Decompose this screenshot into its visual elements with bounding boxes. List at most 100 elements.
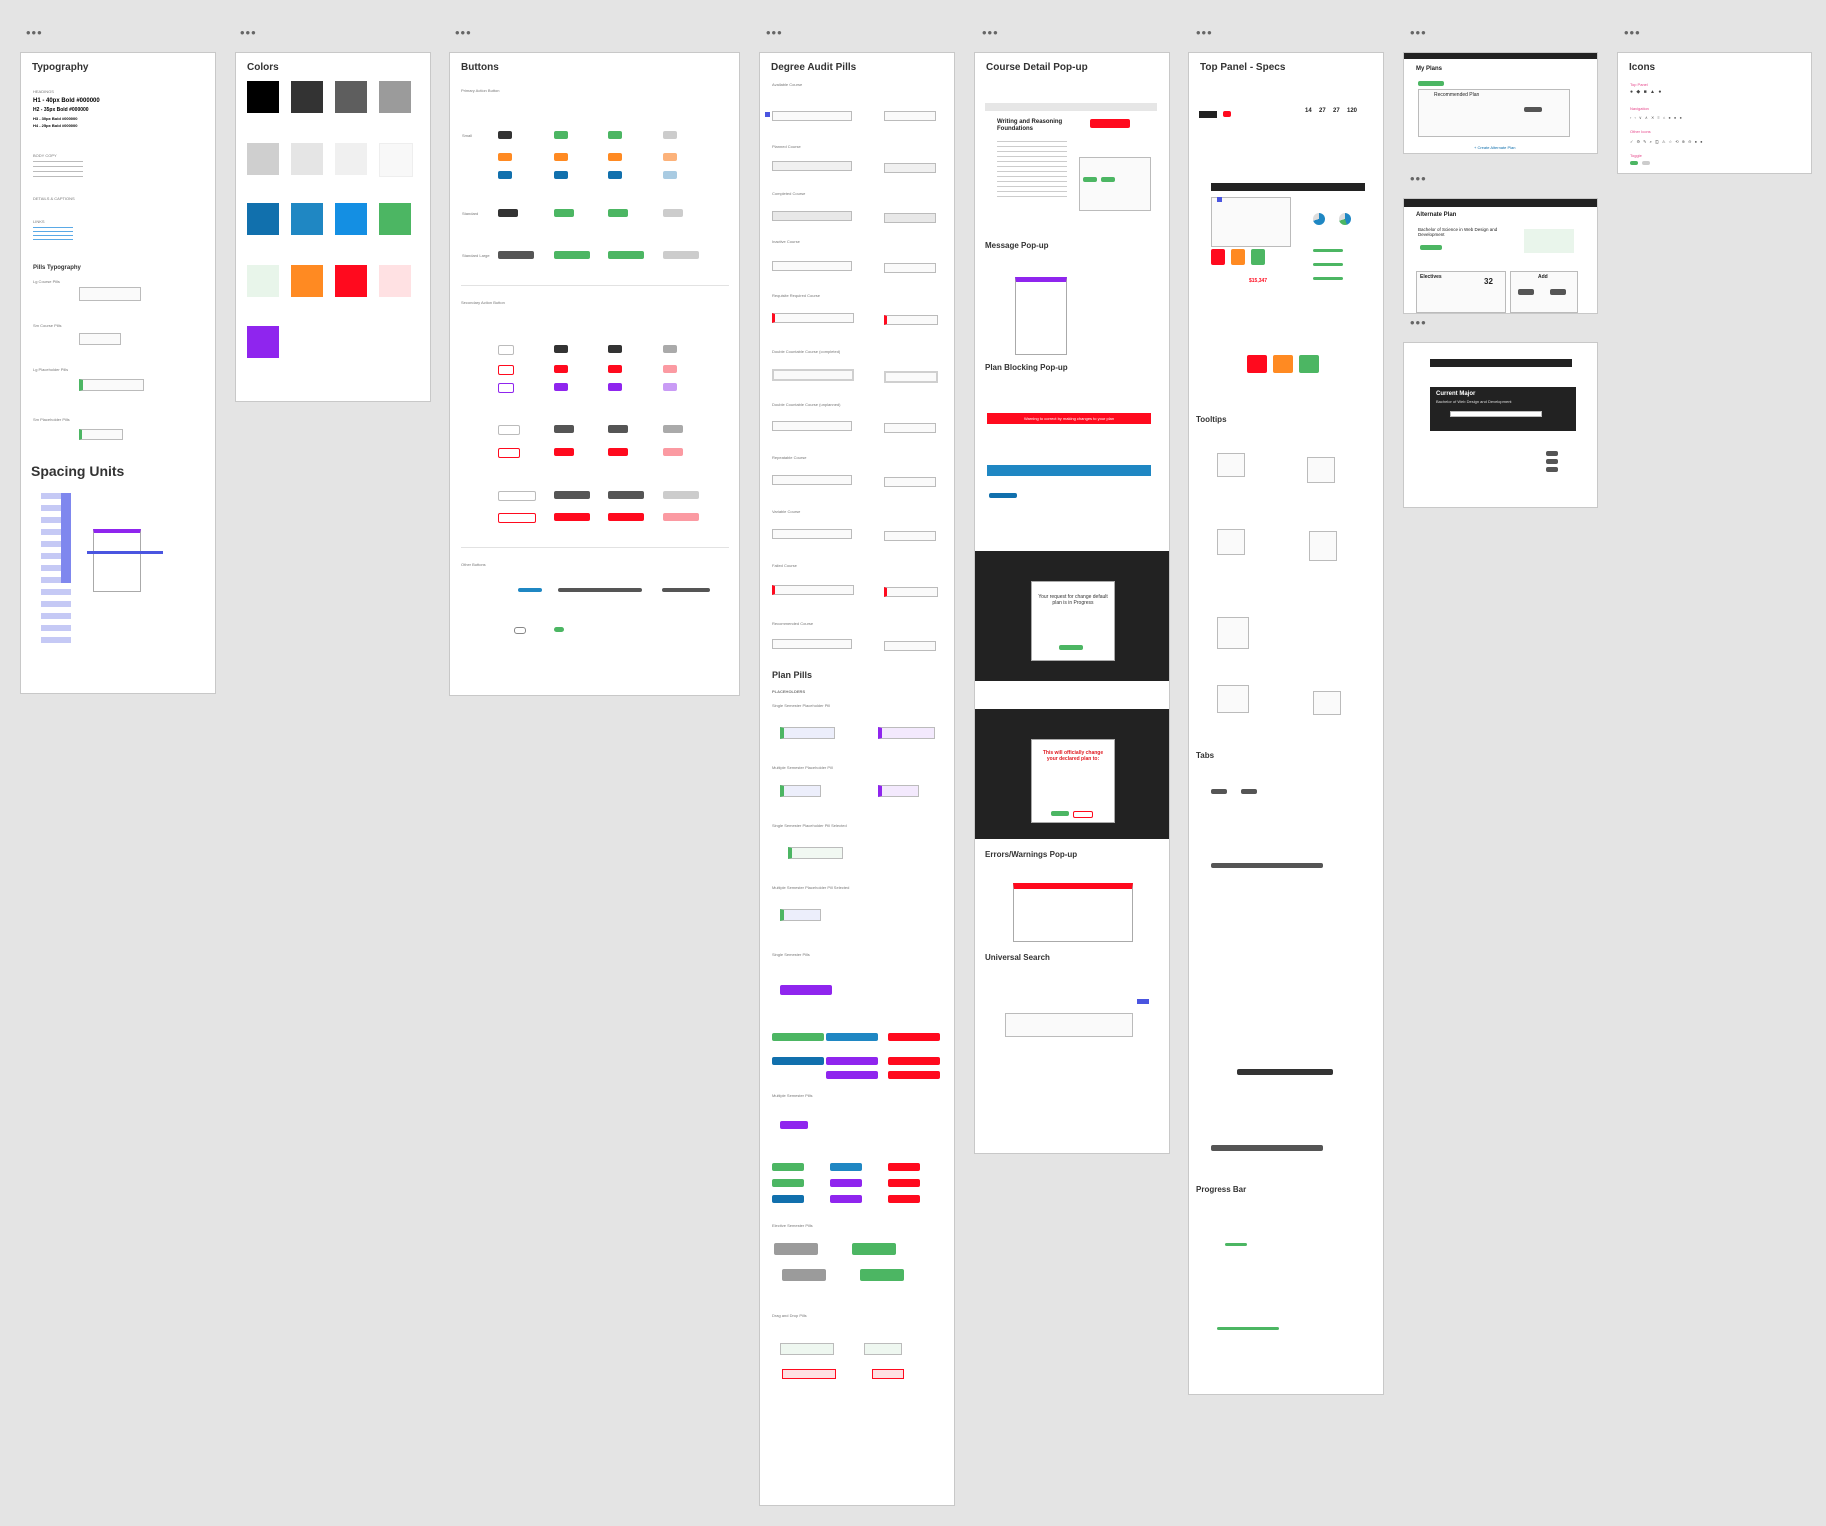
pill-single-red-2[interactable] <box>888 1057 940 1065</box>
progress-slider-dark-2[interactable] <box>662 588 710 592</box>
btn-small-blue-2[interactable] <box>554 171 568 179</box>
toggle-on[interactable] <box>554 627 564 632</box>
my-plans-screen[interactable]: My Plans Recommended Plan + Create Alter… <box>1403 52 1598 154</box>
btn-sec-small-purple[interactable] <box>554 383 568 391</box>
pill-multi-green-2[interactable] <box>772 1179 804 1187</box>
pill-single-blue-dark[interactable] <box>772 1057 824 1065</box>
pill-single-semester-selected[interactable] <box>780 985 832 995</box>
pill-multi-semester-selected[interactable] <box>780 1121 808 1129</box>
board-handle-top-panel[interactable]: ••• <box>1196 26 1213 39</box>
btn-sec-standard-disabled[interactable] <box>663 425 683 433</box>
pill-double-completed-sm[interactable] <box>884 371 938 383</box>
pill-available[interactable] <box>772 111 852 121</box>
btn-small-orange[interactable] <box>498 153 512 161</box>
pill-planned-sm[interactable] <box>884 163 936 173</box>
board-handle-colors[interactable]: ••• <box>240 26 257 39</box>
board-handle-degree-audit[interactable]: ••• <box>766 26 783 39</box>
btn-small-blue-disabled[interactable] <box>663 171 677 179</box>
pill-repeatable-sm[interactable] <box>884 477 936 487</box>
pill-multi-red-3[interactable] <box>888 1195 920 1203</box>
board-handle-alternate-screen[interactable]: ••• <box>1410 316 1427 329</box>
pill-double-unplanned[interactable] <box>772 421 852 431</box>
btn-sec-small-red-2[interactable] <box>608 365 622 373</box>
pill-double-completed[interactable] <box>772 369 854 381</box>
btn-sec-small-purple-disabled[interactable] <box>663 383 677 391</box>
pill-multi-red-2[interactable] <box>888 1179 920 1187</box>
current-major-btn-1[interactable] <box>1546 451 1558 456</box>
pill-recommended[interactable] <box>772 639 852 649</box>
degree-audit-board[interactable]: Degree Audit Pills Available Course Plan… <box>759 52 955 1506</box>
btn-sec-large-disabled[interactable] <box>663 491 699 499</box>
pill-single-purple[interactable] <box>826 1057 878 1065</box>
btn-sec-large-red-outline[interactable] <box>498 513 536 523</box>
alternate-green-button[interactable] <box>1420 245 1442 250</box>
pill-recommended-sm[interactable] <box>884 641 936 651</box>
pill-drag-target[interactable] <box>864 1343 902 1355</box>
alternate-plan-screen[interactable]: Alternate Plan Bachelor of Science in We… <box>1403 198 1598 314</box>
pill-multi-purple[interactable] <box>830 1179 862 1187</box>
create-alternate-link[interactable]: + Create Alternate Plan <box>1474 145 1515 150</box>
pill-single-green[interactable] <box>772 1033 824 1041</box>
btn-sec-standard-red-disabled[interactable] <box>663 448 683 456</box>
progress-slider-dark[interactable] <box>558 588 642 592</box>
pill-elective-gray[interactable] <box>774 1243 818 1255</box>
btn-sec-standard-red[interactable] <box>554 448 574 456</box>
btn-sec-small-purple-outline[interactable] <box>498 383 514 393</box>
pill-single-red[interactable] <box>888 1033 940 1041</box>
pill-variable[interactable] <box>772 529 852 539</box>
btn-small-green-2[interactable] <box>608 131 622 139</box>
icons-board[interactable]: Icons Top Panel ● ◆ ■ ▲ ● Navigation › ‹… <box>1617 52 1812 174</box>
pill-completed[interactable] <box>772 211 852 221</box>
btn-sec-small-dark-2[interactable] <box>608 345 622 353</box>
change-plan-confirm[interactable] <box>1051 811 1069 816</box>
btn-sec-small-purple-2[interactable] <box>608 383 622 391</box>
pill-double-unplanned-sm[interactable] <box>884 423 936 433</box>
btn-sec-large-red[interactable] <box>554 513 590 521</box>
pill-completed-sm[interactable] <box>884 213 936 223</box>
btn-sec-large-dark-2[interactable] <box>608 491 644 499</box>
pill-failed-sm[interactable] <box>884 587 938 597</box>
btn-sec-small-red-disabled[interactable] <box>663 365 677 373</box>
board-handle-plan-screen[interactable]: ••• <box>1410 172 1427 185</box>
btn-small-blue[interactable] <box>498 171 512 179</box>
btn-large-disabled[interactable] <box>663 251 699 259</box>
tab-sample-1[interactable] <box>1211 789 1227 794</box>
pill-inactive-sm[interactable] <box>884 263 936 273</box>
tab-bar-large[interactable] <box>1211 863 1323 868</box>
btn-sec-small-red-outline[interactable] <box>498 365 514 375</box>
pill-elective-gray-2[interactable] <box>782 1269 826 1281</box>
btn-sec-large-red-disabled[interactable] <box>663 513 699 521</box>
btn-sec-small-disabled[interactable] <box>663 345 677 353</box>
btn-large-green[interactable] <box>554 251 590 259</box>
pill-failed[interactable] <box>772 585 854 595</box>
pill-multi-red[interactable] <box>888 1163 920 1171</box>
change-plan-cancel[interactable] <box>1073 811 1093 818</box>
btn-standard-disabled[interactable] <box>663 209 683 217</box>
toggle-off[interactable] <box>514 627 526 634</box>
pill-requisite-sm[interactable] <box>884 315 938 325</box>
tab-sub-options[interactable] <box>1237 1069 1333 1075</box>
pill-elective-green-2[interactable] <box>860 1269 904 1281</box>
current-major-btn-3[interactable] <box>1546 467 1558 472</box>
btn-standard-default[interactable] <box>498 209 518 217</box>
board-handle-my-plans[interactable]: ••• <box>1410 26 1427 39</box>
pill-multi-selected[interactable] <box>780 909 821 921</box>
btn-small-green[interactable] <box>554 131 568 139</box>
pill-single-selected[interactable] <box>788 847 843 859</box>
btn-sec-large-dark[interactable] <box>554 491 590 499</box>
btn-standard-green-2[interactable] <box>608 209 628 217</box>
pill-drop-error[interactable] <box>782 1369 836 1379</box>
pill-multi-purple-2[interactable] <box>830 1195 862 1203</box>
add-button-2[interactable] <box>1550 289 1566 295</box>
board-handle-course-detail[interactable]: ••• <box>982 26 999 39</box>
pill-single-purple-2[interactable] <box>826 1071 878 1079</box>
btn-small-blue-3[interactable] <box>608 171 622 179</box>
board-handle-typography[interactable]: ••• <box>26 26 43 39</box>
current-major-search-input[interactable] <box>1450 411 1542 417</box>
btn-sec-large-outline[interactable] <box>498 491 536 501</box>
current-major-screen[interactable]: Current Major Bachelor of Web Design and… <box>1403 342 1598 508</box>
board-handle-buttons[interactable]: ••• <box>455 26 472 39</box>
board-handle-icons[interactable]: ••• <box>1624 26 1641 39</box>
add-button-1[interactable] <box>1518 289 1534 295</box>
info-chip[interactable] <box>989 493 1017 498</box>
